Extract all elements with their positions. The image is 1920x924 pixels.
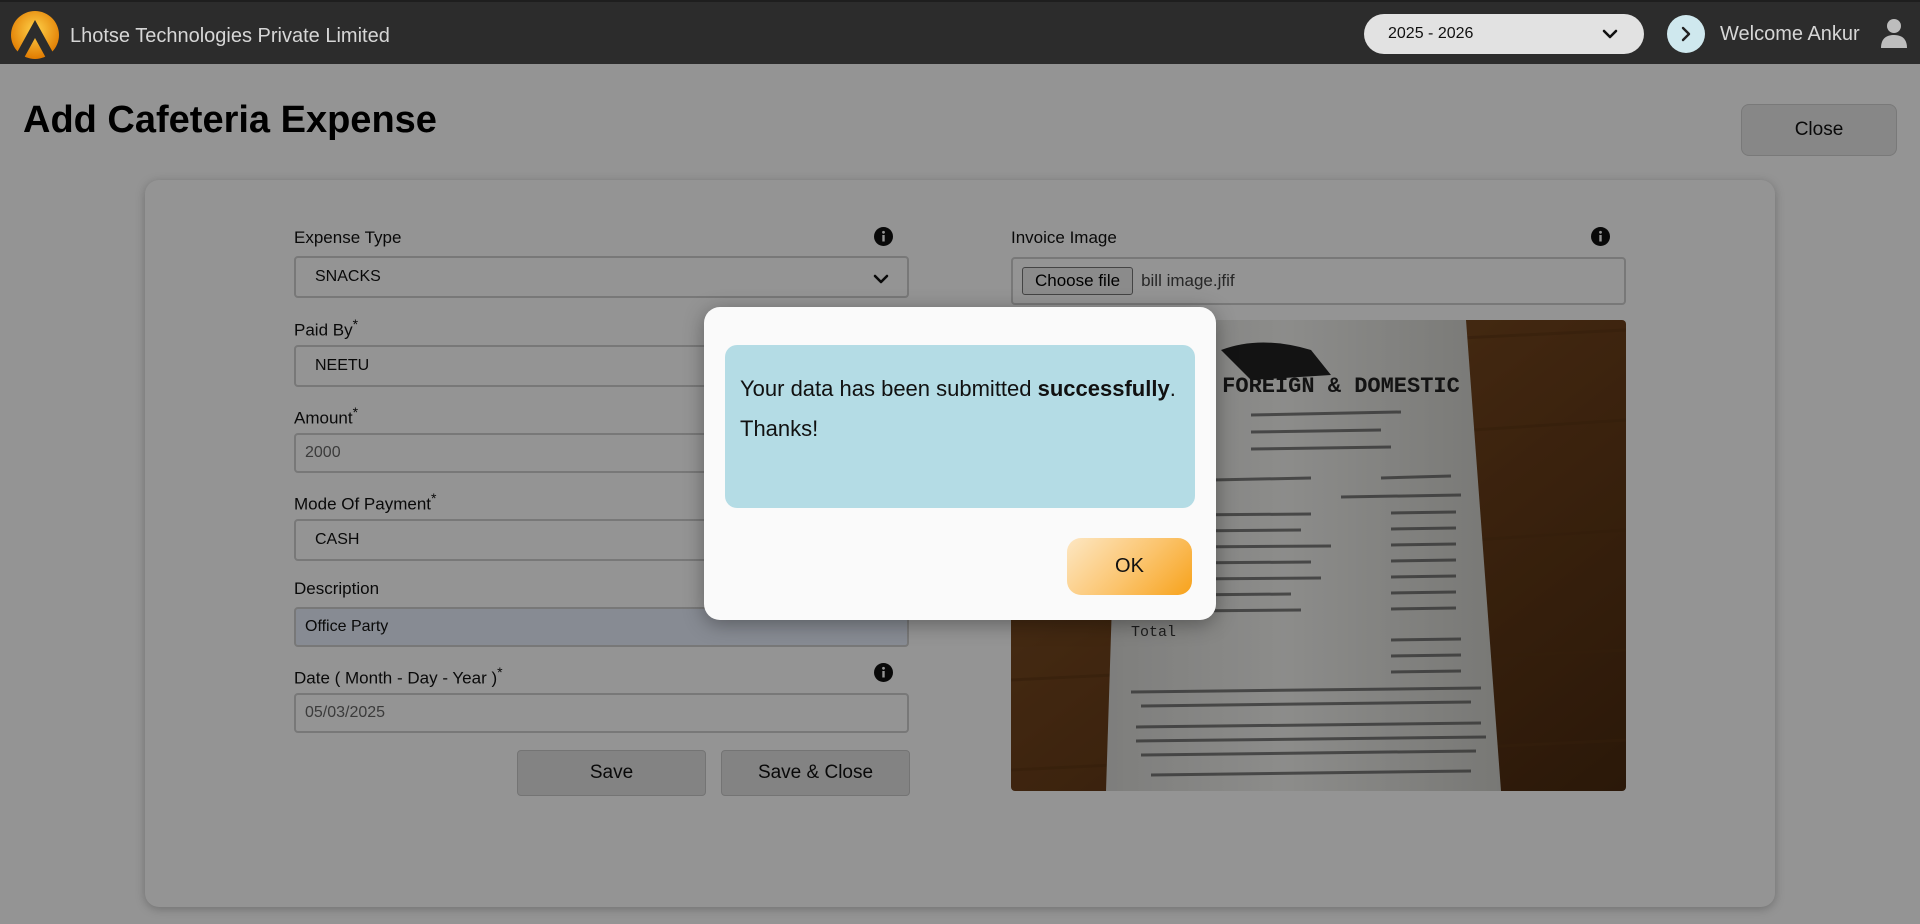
- financial-year-value: 2025 - 2026: [1388, 25, 1474, 42]
- company-name: Lhotse Technologies Private Limited: [70, 25, 390, 47]
- company-logo: [11, 11, 59, 59]
- user-icon[interactable]: [1880, 18, 1908, 48]
- welcome-text: Welcome Ankur: [1720, 23, 1860, 45]
- top-bar: Lhotse Technologies Private Limited 2025…: [0, 0, 1920, 64]
- sidebar-toggle-button[interactable]: [1667, 15, 1705, 53]
- thanks-text: Thanks!: [740, 416, 819, 441]
- success-message: Your data has been submitted successfull…: [725, 345, 1195, 508]
- success-dialog: Your data has been submitted successfull…: [704, 307, 1216, 620]
- financial-year-select[interactable]: 2025 - 2026: [1364, 14, 1644, 54]
- ok-button[interactable]: OK: [1067, 538, 1192, 595]
- chevron-right-icon: [1681, 26, 1691, 42]
- chevron-down-icon: [1602, 29, 1618, 39]
